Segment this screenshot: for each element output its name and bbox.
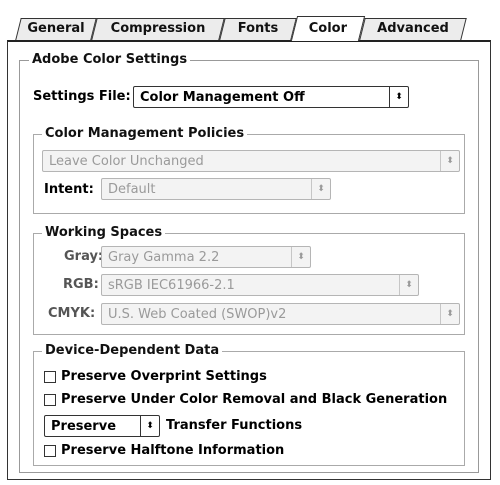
policy-select[interactable]: Leave Color Unchanged ⬍: [42, 150, 460, 172]
preserve-overprint-label: Preserve Overprint Settings: [61, 369, 267, 384]
working-spaces-heading: Working Spaces: [42, 225, 166, 241]
select-arrows-icon: ⬍: [389, 87, 408, 107]
select-arrows-icon: ⬍: [291, 247, 310, 267]
tab-fonts-label: Fonts: [237, 21, 279, 36]
tab-color-label: Color: [308, 21, 348, 36]
transfer-functions-select[interactable]: Preserve ⬍: [44, 415, 160, 437]
settings-file-value: Color Management Off: [140, 90, 305, 105]
gray-label: Gray:: [64, 249, 104, 264]
preserve-ucr-label: Preserve Under Color Removal and Black G…: [61, 392, 448, 407]
select-arrows-icon: ⬍: [140, 416, 159, 436]
tab-color[interactable]: Color: [290, 16, 366, 41]
settings-file-select[interactable]: Color Management Off ⬍: [133, 86, 409, 108]
preserve-halftone-label: Preserve Halftone Information: [61, 443, 285, 458]
transfer-functions-value: Preserve: [51, 419, 117, 434]
select-arrows-icon: ⬍: [311, 179, 330, 199]
cmyk-select[interactable]: U.S. Web Coated (SWOP)v2 ⬍: [101, 303, 460, 325]
preserve-overprint-checkbox[interactable]: [44, 371, 56, 383]
adobe-color-settings-heading: Adobe Color Settings: [29, 52, 191, 68]
intent-select[interactable]: Default ⬍: [101, 178, 331, 200]
color-management-policies-group: [33, 134, 465, 214]
tab-advanced[interactable]: Advanced: [359, 18, 467, 40]
select-arrows-icon: ⬍: [440, 151, 459, 171]
tab-advanced-label: Advanced: [377, 21, 449, 36]
policy-value: Leave Color Unchanged: [49, 154, 204, 169]
rgb-value: sRGB IEC61966-2.1: [108, 278, 235, 293]
select-arrows-icon: ⬍: [440, 304, 459, 324]
select-arrows-icon: ⬍: [399, 275, 418, 295]
tab-compression-label: Compression: [110, 21, 206, 36]
rgb-select[interactable]: sRGB IEC61966-2.1 ⬍: [101, 274, 419, 296]
tab-bar: General Compression Fonts Color Advanced: [8, 14, 492, 42]
tab-general[interactable]: General: [15, 18, 97, 40]
cmyk-value: U.S. Web Coated (SWOP)v2: [108, 307, 287, 322]
tab-general-label: General: [27, 21, 85, 36]
intent-label: Intent:: [44, 182, 94, 197]
rgb-label: RGB:: [63, 277, 99, 292]
gray-select[interactable]: Gray Gamma 2.2 ⬍: [101, 246, 311, 268]
tab-compression[interactable]: Compression: [91, 18, 225, 40]
cmyk-label: CMYK:: [48, 306, 96, 321]
preserve-halftone-checkbox[interactable]: [44, 445, 56, 457]
preserve-ucr-checkbox[interactable]: [44, 394, 56, 406]
transfer-functions-label: Transfer Functions: [166, 418, 303, 433]
settings-file-label: Settings File:: [33, 89, 131, 104]
color-management-policies-heading: Color Management Policies: [42, 126, 248, 142]
device-dependent-data-heading: Device-Dependent Data: [42, 343, 223, 359]
gray-value: Gray Gamma 2.2: [108, 250, 220, 265]
intent-value: Default: [108, 182, 156, 197]
tab-fonts[interactable]: Fonts: [219, 18, 297, 40]
